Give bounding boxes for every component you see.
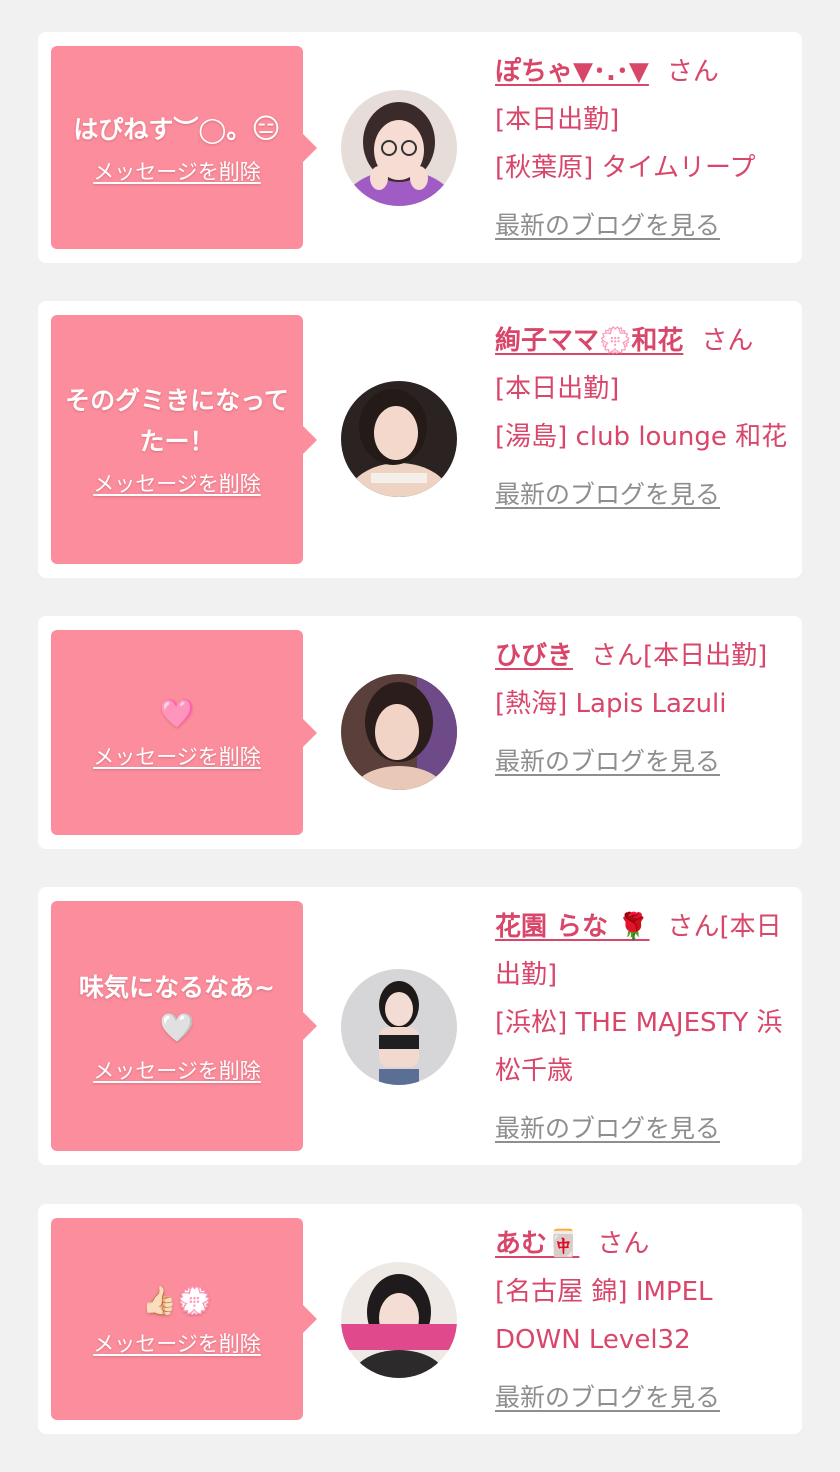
message-text: はぴねす︶◯。😑 [73, 109, 280, 150]
latest-blog-link[interactable]: 最新のブログを見る [495, 471, 720, 519]
avatar[interactable] [341, 90, 457, 206]
message-emoji: 😑 [251, 112, 281, 145]
delete-message-link[interactable]: メッセージを削除 [93, 1328, 261, 1358]
delete-message-link[interactable]: メッセージを削除 [93, 468, 261, 498]
heart-icon: 🩷 [159, 697, 195, 730]
message-body: はぴねす︶◯。 [73, 115, 252, 144]
shop-name: [湯島] club lounge 和花 [495, 422, 788, 452]
sender-info: あむ🀄 さん [名古屋 錦] IMPEL DOWN Level32 最新のブログを… [495, 1220, 795, 1422]
sender-name-link[interactable]: ひびき [495, 641, 573, 671]
honorific: さん [701, 326, 754, 356]
latest-blog-link[interactable]: 最新のブログを見る [495, 1105, 720, 1153]
message-list: はぴねす︶◯。😑 メッセージを削除 ぽちゃ▼･.･▼ さん [本日出勤] [秋葉原… [0, 0, 840, 1472]
message-bubble: 🩷 メッセージを削除 [51, 630, 317, 835]
sender-name-link[interactable]: 花園 らな 🌹 [495, 912, 649, 942]
message-bubble: 👍🏻💮 メッセージを削除 [51, 1218, 317, 1420]
avatar[interactable] [341, 1262, 457, 1378]
sender-name-link[interactable]: あむ🀄 [495, 1229, 579, 1259]
avatar[interactable] [341, 674, 457, 790]
work-status: [本日出勤] [643, 641, 768, 671]
thumbs-up-icon: 👍🏻💮 [142, 1283, 212, 1317]
message-body: そのグミきになってたー！ [65, 386, 289, 456]
message-card: 味気になるなあ~ 🤍 メッセージを削除 花園 らな 🌹 さん[本日出勤] [浜松] … [38, 887, 802, 1165]
sender-name-link[interactable]: ぽちゃ▼･.･▼ [495, 57, 649, 87]
delete-message-link[interactable]: メッセージを削除 [93, 741, 261, 771]
message-bubble: そのグミきになってたー！ メッセージを削除 [51, 315, 317, 564]
message-text: 👍🏻💮 [142, 1281, 212, 1322]
shop-name: [秋葉原] タイムリープ [495, 153, 756, 183]
delete-message-link[interactable]: メッセージを削除 [93, 156, 261, 186]
message-body: 味気になるなあ~ [79, 972, 275, 1002]
work-status: [本日出勤] [495, 105, 620, 135]
shop-name: [浜松] THE MAJESTY 浜松千歳 [495, 1008, 783, 1086]
honorific: さん [597, 1229, 650, 1259]
honorific: さん [591, 641, 644, 671]
shop-name: [熱海] Lapis Lazuli [495, 689, 727, 719]
sender-info: ぽちゃ▼･.･▼ さん [本日出勤] [秋葉原] タイムリープ 最新のブログを見る [495, 48, 795, 250]
message-text: 🩷 [160, 694, 195, 735]
work-status: [本日出勤] [495, 374, 620, 404]
sender-info: 花園 らな 🌹 さん[本日出勤] [浜松] THE MAJESTY 浜松千歳 最新… [495, 903, 795, 1153]
sender-info: ひびき さん[本日出勤] [熱海] Lapis Lazuli 最新のブログを見る [495, 632, 795, 786]
message-text: そのグミきになってたー！ [61, 381, 293, 462]
sender-info: 絢子ママ💮和花 さん [本日出勤] [湯島] club lounge 和花 最新の… [495, 317, 795, 519]
message-bubble: 味気になるなあ~ 🤍 メッセージを削除 [51, 901, 317, 1151]
latest-blog-link[interactable]: 最新のブログを見る [495, 738, 720, 786]
delete-message-link[interactable]: メッセージを削除 [93, 1055, 261, 1085]
honorific: さん [667, 912, 720, 942]
message-bubble: はぴねす︶◯。😑 メッセージを削除 [51, 46, 317, 249]
message-card: 🩷 メッセージを削除 ひびき さん[本日出勤] [熱海] Lapis Lazuli… [38, 616, 802, 849]
honorific: さん [666, 57, 719, 87]
shop-name: [名古屋 錦] IMPEL DOWN Level32 [495, 1277, 713, 1355]
message-text: 味気になるなあ~ 🤍 [79, 968, 275, 1049]
avatar[interactable] [341, 381, 457, 497]
avatar[interactable] [341, 969, 457, 1085]
white-heart-icon: 🤍 [159, 1010, 195, 1044]
message-card: 👍🏻💮 メッセージを削除 あむ🀄 さん [名古屋 錦] IMPEL DOWN Le… [38, 1204, 802, 1434]
message-card: そのグミきになってたー！ メッセージを削除 絢子ママ💮和花 さん [本日出勤] [… [38, 301, 802, 578]
message-card: はぴねす︶◯。😑 メッセージを削除 ぽちゃ▼･.･▼ さん [本日出勤] [秋葉原… [38, 32, 802, 263]
sender-name-link[interactable]: 絢子ママ💮和花 [495, 326, 683, 356]
latest-blog-link[interactable]: 最新のブログを見る [495, 1374, 720, 1422]
latest-blog-link[interactable]: 最新のブログを見る [495, 202, 720, 250]
